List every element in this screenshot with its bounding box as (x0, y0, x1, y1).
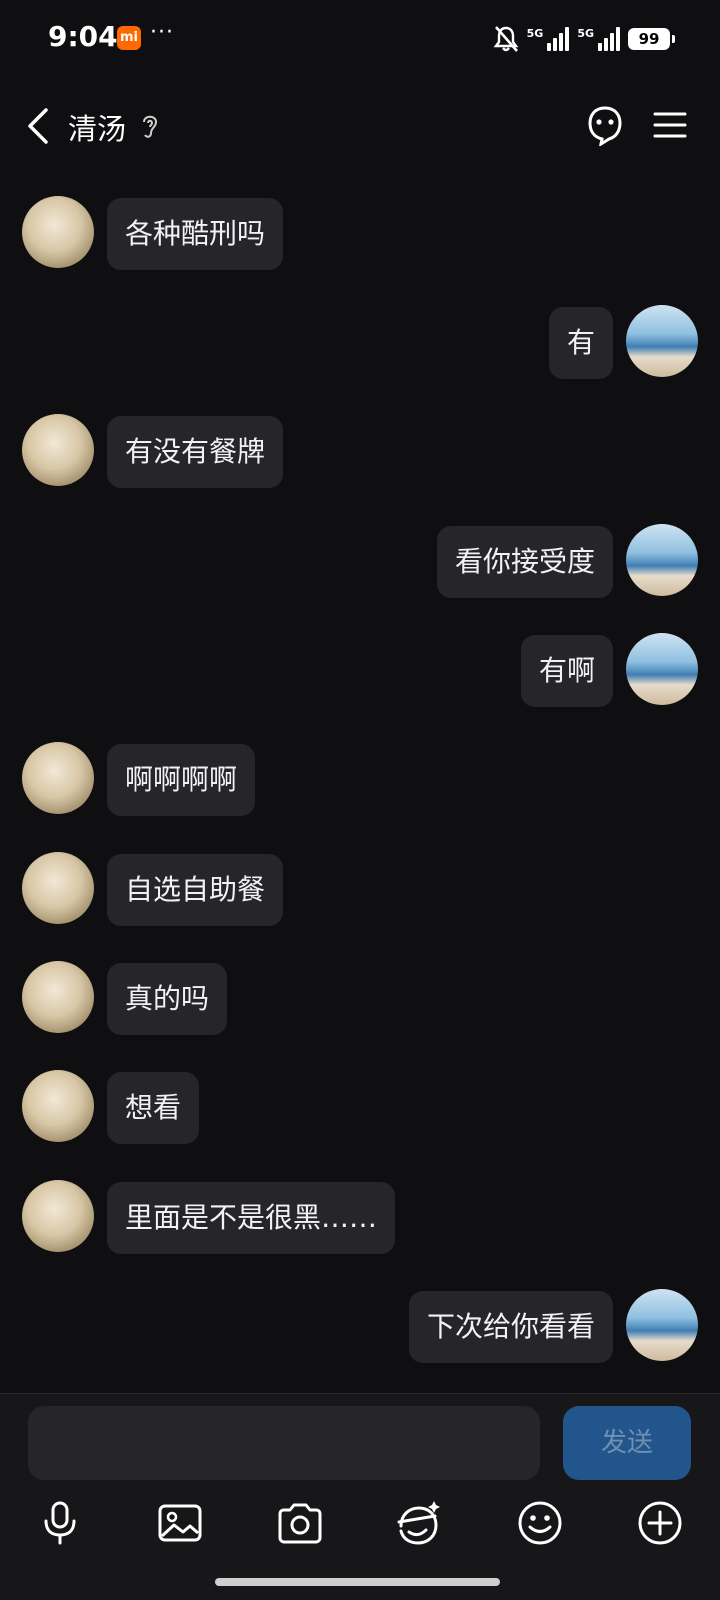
message-bubble[interactable]: 里面是不是很黑…… (107, 1182, 396, 1254)
camera-icon[interactable] (275, 1498, 325, 1548)
message-row-incoming: 想看 (0, 1070, 720, 1146)
contact-avatar[interactable] (22, 961, 94, 1033)
message-row-incoming: 自选自助餐 (0, 852, 720, 928)
composer: 发送 (0, 1394, 720, 1600)
back-button[interactable] (20, 104, 60, 148)
microphone-icon[interactable] (35, 1498, 85, 1548)
self-avatar[interactable] (626, 633, 698, 705)
message-list[interactable]: 各种酷刑吗 有 有没有餐牌 看你接受度 有啊 啊啊啊啊 自选自助餐 真的吗 想看… (0, 170, 720, 1392)
message-bubble[interactable]: 下次给你看看 (408, 1291, 613, 1363)
self-avatar[interactable] (626, 524, 698, 596)
message-bubble[interactable]: 啊啊啊啊 (107, 744, 256, 816)
message-row-incoming: 真的吗 (0, 961, 720, 1037)
message-row-incoming: 啊啊啊啊 (0, 742, 720, 818)
message-bubble[interactable]: 真的吗 (107, 963, 228, 1035)
plus-circle-icon[interactable] (635, 1498, 685, 1548)
signal-sim2-icon: 5G (577, 27, 620, 51)
status-time: 9:04 (48, 20, 118, 53)
bot-face-icon[interactable] (584, 104, 626, 146)
contact-avatar[interactable] (22, 1180, 94, 1252)
image-icon[interactable] (155, 1498, 205, 1548)
ear-icon (143, 115, 158, 138)
message-bubble[interactable]: 有啊 (520, 635, 613, 707)
contact-avatar[interactable] (22, 852, 94, 924)
emoji-sticker-icon[interactable] (393, 1498, 443, 1548)
message-row-incoming: 里面是不是很黑…… (0, 1180, 720, 1256)
self-avatar[interactable] (626, 1289, 698, 1361)
contact-avatar[interactable] (22, 414, 94, 486)
contact-avatar[interactable] (22, 742, 94, 814)
message-row-incoming: 各种酷刑吗 (0, 196, 720, 272)
mi-notification-icon: mi (117, 26, 141, 50)
message-row-incoming: 有没有餐牌 (0, 414, 720, 490)
chat-header: 清汤 (0, 80, 720, 170)
smiley-icon[interactable] (515, 1498, 565, 1548)
message-bubble[interactable]: 有 (548, 307, 613, 379)
message-row-outgoing: 有啊 (0, 633, 720, 709)
status-icons: 5G 5G 99 (493, 24, 675, 54)
bell-muted-icon (493, 26, 519, 52)
chat-title: 清汤 (68, 112, 127, 146)
home-indicator[interactable] (215, 1578, 500, 1586)
message-bubble[interactable]: 看你接受度 (436, 526, 613, 598)
message-bubble[interactable]: 想看 (107, 1072, 200, 1144)
more-notifications-icon: ··· (150, 20, 174, 45)
message-row-outgoing: 有 (0, 305, 720, 381)
send-button[interactable]: 发送 (563, 1406, 691, 1480)
message-bubble[interactable]: 自选自助餐 (107, 854, 284, 926)
contact-avatar[interactable] (22, 1070, 94, 1142)
menu-icon[interactable] (652, 108, 688, 142)
message-row-outgoing: 下次给你看看 (0, 1289, 720, 1365)
sim1-network-label: 5G (526, 27, 544, 40)
battery-icon: 99 (628, 28, 675, 50)
message-input[interactable] (28, 1406, 540, 1480)
contact-avatar[interactable] (22, 196, 94, 268)
self-avatar[interactable] (626, 305, 698, 377)
message-bubble[interactable]: 有没有餐牌 (107, 416, 284, 488)
composer-toolbar (0, 1498, 720, 1558)
message-row-outgoing: 看你接受度 (0, 524, 720, 600)
signal-sim1-icon: 5G (527, 27, 570, 51)
message-bubble[interactable]: 各种酷刑吗 (107, 198, 284, 270)
status-bar: 9:04 mi ··· 5G 5G 99 (0, 0, 720, 80)
sim2-network-label: 5G (577, 27, 594, 40)
